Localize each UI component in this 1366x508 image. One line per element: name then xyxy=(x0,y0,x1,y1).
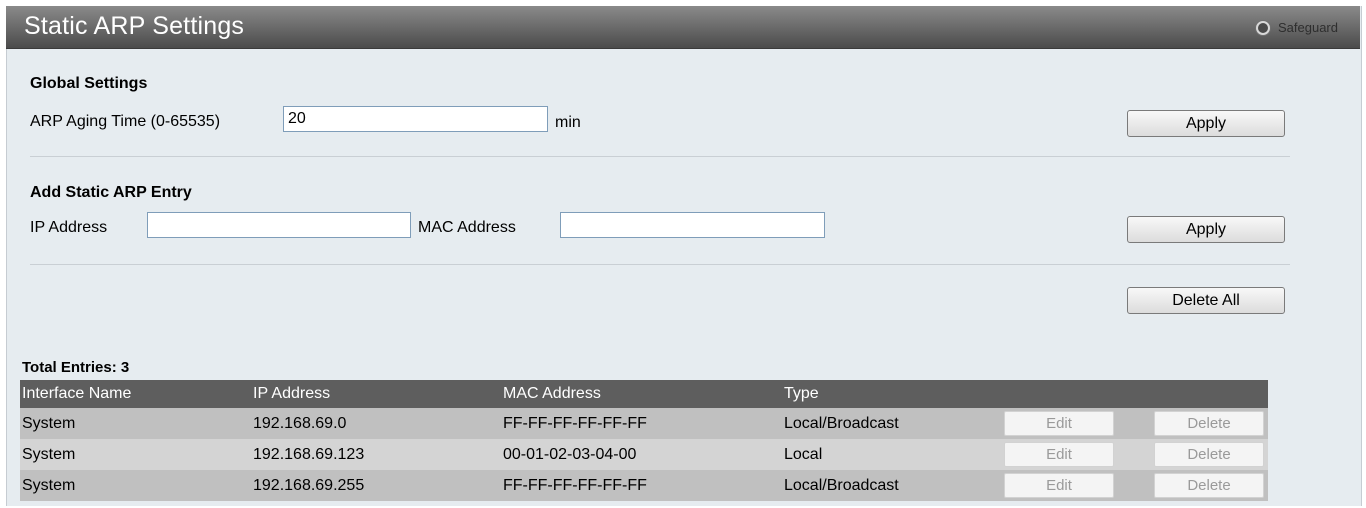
title-bar: Static ARP Settings Safeguard xyxy=(6,6,1360,49)
col-type: Type xyxy=(784,385,819,402)
ip-address-input[interactable] xyxy=(147,212,411,238)
col-mac-address: MAC Address xyxy=(503,385,601,402)
delete-button[interactable]: Delete xyxy=(1154,473,1264,498)
page-title: Static ARP Settings xyxy=(24,12,245,40)
delete-all-button[interactable]: Delete All xyxy=(1127,287,1285,314)
edit-button[interactable]: Edit xyxy=(1004,473,1114,498)
cell-ip: 192.168.69.0 xyxy=(253,414,347,432)
cell-type: Local/Broadcast xyxy=(784,476,899,494)
safeguard-icon xyxy=(1256,20,1270,35)
add-entry-apply-button[interactable]: Apply xyxy=(1127,216,1285,243)
cell-type: Local/Broadcast xyxy=(784,414,899,432)
cell-ip: 192.168.69.123 xyxy=(253,445,365,463)
table-row: System 192.168.69.123 00-01-02-03-04-00 … xyxy=(20,439,1268,470)
ip-address-label: IP Address xyxy=(30,219,108,236)
table-row: System 192.168.69.255 FF-FF-FF-FF-FF-FF … xyxy=(20,470,1268,501)
safeguard-label: Safeguard xyxy=(1278,20,1338,35)
arp-aging-time-label: ARP Aging Time (0-65535) xyxy=(30,113,221,130)
delete-button[interactable]: Delete xyxy=(1154,442,1264,467)
total-entries-label: Total Entries: 3 xyxy=(22,359,130,376)
delete-button[interactable]: Delete xyxy=(1154,411,1264,436)
cell-ip: 192.168.69.255 xyxy=(253,476,365,494)
divider xyxy=(30,156,1290,157)
cell-mac: FF-FF-FF-FF-FF-FF xyxy=(503,476,647,494)
global-apply-button[interactable]: Apply xyxy=(1127,110,1285,137)
cell-interface: System xyxy=(22,445,76,463)
arp-aging-time-input[interactable] xyxy=(283,106,548,132)
arp-table: Interface Name IP Address MAC Address Ty… xyxy=(20,380,1268,501)
cell-mac: 00-01-02-03-04-00 xyxy=(503,445,637,463)
table-row: System 192.168.69.0 FF-FF-FF-FF-FF-FF Lo… xyxy=(20,408,1268,439)
safeguard-indicator: Safeguard xyxy=(1256,20,1338,35)
edit-button[interactable]: Edit xyxy=(1004,411,1114,436)
divider xyxy=(30,264,1290,265)
cell-interface: System xyxy=(22,476,76,494)
add-static-arp-heading: Add Static ARP Entry xyxy=(30,184,192,201)
col-ip-address: IP Address xyxy=(253,385,331,402)
cell-mac: FF-FF-FF-FF-FF-FF xyxy=(503,414,647,432)
cell-type: Local xyxy=(784,445,823,463)
global-settings-heading: Global Settings xyxy=(30,75,148,92)
table-header: Interface Name IP Address MAC Address Ty… xyxy=(20,380,1268,408)
mac-address-input[interactable] xyxy=(560,212,825,238)
col-interface-name: Interface Name xyxy=(22,385,132,402)
edit-button[interactable]: Edit xyxy=(1004,442,1114,467)
cell-interface: System xyxy=(22,414,76,432)
mac-address-label: MAC Address xyxy=(418,219,516,236)
aging-unit-label: min xyxy=(555,114,581,131)
